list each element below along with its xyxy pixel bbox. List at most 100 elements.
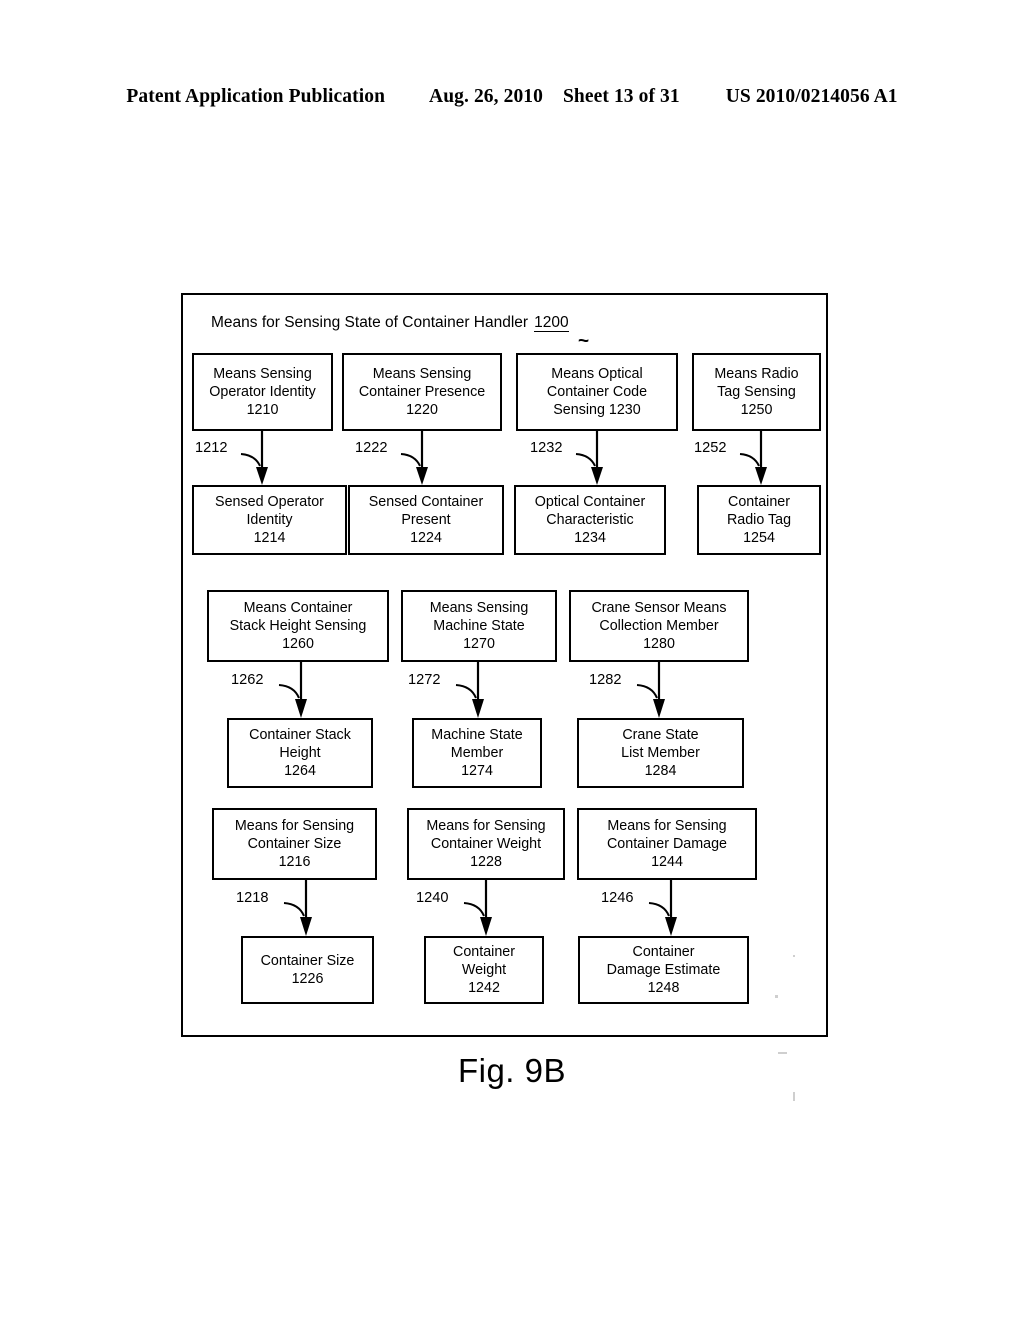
node-line: Present — [401, 511, 451, 528]
node-means-optical-container-code-sensing: Means Optical Container Code Sensing 123… — [516, 353, 678, 431]
node-ref: 1242 — [468, 980, 500, 997]
node-line: Means Container — [243, 599, 353, 616]
connector-label-1272: 1272 — [408, 672, 441, 688]
node-machine-state-member: Machine State Member 1274 — [412, 718, 542, 788]
connector-label-1218: 1218 — [236, 890, 269, 906]
node-line: Characteristic — [546, 511, 634, 528]
node-line: Container Weight — [430, 835, 542, 852]
node-container-damage-estimate: Container Damage Estimate 1248 — [578, 936, 749, 1004]
node-means-radio-tag-sensing: Means Radio Tag Sensing 1250 — [692, 353, 821, 431]
node-ref: 1228 — [470, 854, 502, 871]
node-line: Container Size — [260, 952, 355, 969]
node-line: Means for Sensing — [234, 817, 355, 834]
node-line: Means Radio — [714, 365, 799, 382]
node-line: Crane Sensor Means — [591, 599, 727, 616]
connector-label-1232: 1232 — [530, 440, 563, 456]
figure-caption: Fig. 9B — [457, 1052, 567, 1089]
node-line: Container — [728, 493, 790, 510]
connector-label-1246: 1246 — [601, 890, 634, 906]
node-means-for-sensing-container-size: Means for Sensing Container Size 1216 — [212, 808, 377, 880]
node-optical-container-characteristic: Optical Container Characteristic 1234 — [514, 485, 666, 555]
patent-header: Patent Application Publication Aug. 26, … — [0, 86, 1024, 108]
node-line: Container Presence — [358, 383, 486, 400]
node-ref: 1280 — [643, 636, 675, 653]
node-line: Means Sensing — [372, 365, 472, 382]
tilde-mark: ~ — [578, 331, 590, 352]
node-means-container-stack-height-sensing: Means Container Stack Height Sensing 126… — [207, 590, 389, 662]
node-line: Optical Container — [534, 493, 646, 510]
scan-speck — [775, 995, 778, 998]
node-container-stack-height: Container Stack Height 1264 — [227, 718, 373, 788]
header-publication: Patent Application Publication — [126, 86, 386, 107]
node-line: Container Stack — [249, 726, 351, 743]
node-means-for-sensing-container-weight: Means for Sensing Container Weight 1228 — [407, 808, 565, 880]
node-ref: 1270 — [463, 636, 495, 653]
node-line: Means Sensing — [213, 365, 312, 382]
node-means-sensing-container-presence: Means Sensing Container Presence 1220 — [342, 353, 502, 431]
connector-label-1222: 1222 — [355, 440, 388, 456]
header-date: Aug. 26, 2010 — [429, 86, 544, 107]
node-container-radio-tag: Container Radio Tag 1254 — [697, 485, 821, 555]
node-ref: 1260 — [282, 636, 314, 653]
node-ref: 1274 — [461, 763, 493, 780]
node-line: Member — [450, 744, 504, 761]
scan-speck — [793, 955, 795, 957]
node-line: Weight — [461, 961, 507, 978]
header-sheet: Sheet 13 of 31 — [562, 86, 680, 107]
node-crane-sensor-means-collection-member: Crane Sensor Means Collection Member 128… — [569, 590, 749, 662]
node-line: Height — [279, 744, 321, 761]
node-container-size: Container Size 1226 — [241, 936, 374, 1004]
node-line: List Member — [621, 744, 700, 761]
node-line: Machine State — [433, 617, 525, 634]
connector-label-1252: 1252 — [694, 440, 727, 456]
node-ref: 1254 — [743, 530, 775, 547]
node-line: Container — [632, 943, 695, 960]
node-ref: 1234 — [574, 530, 606, 547]
node-crane-state-list-member: Crane State List Member 1284 — [577, 718, 744, 788]
node-ref: 1220 — [406, 402, 438, 419]
node-line: Means Optical — [551, 365, 643, 382]
node-sensed-container-present: Sensed Container Present 1224 — [348, 485, 504, 555]
node-line: Machine State — [431, 726, 523, 743]
node-ref: 1244 — [651, 854, 683, 871]
node-ref: 1224 — [410, 530, 442, 547]
node-ref: 1226 — [291, 971, 324, 987]
node-line: Sensed Container — [368, 493, 484, 510]
node-ref: 1284 — [644, 763, 677, 780]
frame-title: Means for Sensing State of Container Han… — [211, 314, 569, 332]
node-line: Container — [453, 943, 515, 960]
connector-label-1262: 1262 — [231, 672, 264, 688]
connector-label-1240: 1240 — [416, 890, 449, 906]
node-ref: 1248 — [647, 980, 680, 997]
node-line: Tag Sensing — [717, 383, 796, 400]
node-line: Means for Sensing — [426, 817, 546, 834]
node-sensed-operator-identity: Sensed Operator Identity 1214 — [192, 485, 347, 555]
node-line: Sensed Operator — [215, 493, 324, 510]
node-ref: Sensing 1230 — [553, 402, 641, 419]
node-line: Container Damage — [606, 835, 727, 852]
node-means-sensing-operator-identity: Means Sensing Operator Identity 1210 — [192, 353, 333, 431]
node-line: Means Sensing — [429, 599, 529, 616]
node-ref: 1250 — [740, 402, 773, 419]
node-line: Damage Estimate — [606, 961, 721, 978]
node-line: Collection Member — [599, 617, 719, 634]
node-ref: 1264 — [284, 763, 316, 780]
frame-title-text: Means for Sensing State of Container Han… — [211, 314, 529, 331]
node-ref: 1210 — [246, 402, 279, 419]
node-line: Means for Sensing — [607, 817, 727, 834]
node-means-for-sensing-container-damage: Means for Sensing Container Damage 1244 — [577, 808, 757, 880]
diagram-outer-frame: Means for Sensing State of Container Han… — [181, 293, 828, 1037]
node-line: Stack Height Sensing — [229, 617, 367, 634]
node-container-weight: Container Weight 1242 — [424, 936, 544, 1004]
node-ref: 1214 — [253, 530, 286, 547]
node-line: Container Code — [546, 383, 648, 400]
node-line: Crane State — [622, 726, 699, 743]
connector-label-1282: 1282 — [589, 672, 622, 688]
connector-label-1212: 1212 — [195, 440, 228, 456]
node-ref: 1216 — [278, 854, 311, 871]
node-means-sensing-machine-state: Means Sensing Machine State 1270 — [401, 590, 557, 662]
node-line: Radio Tag — [726, 511, 792, 528]
node-line: Operator Identity — [209, 383, 316, 400]
header-patent-number: US 2010/0214056 A1 — [725, 86, 898, 107]
node-line: Identity — [246, 511, 293, 528]
